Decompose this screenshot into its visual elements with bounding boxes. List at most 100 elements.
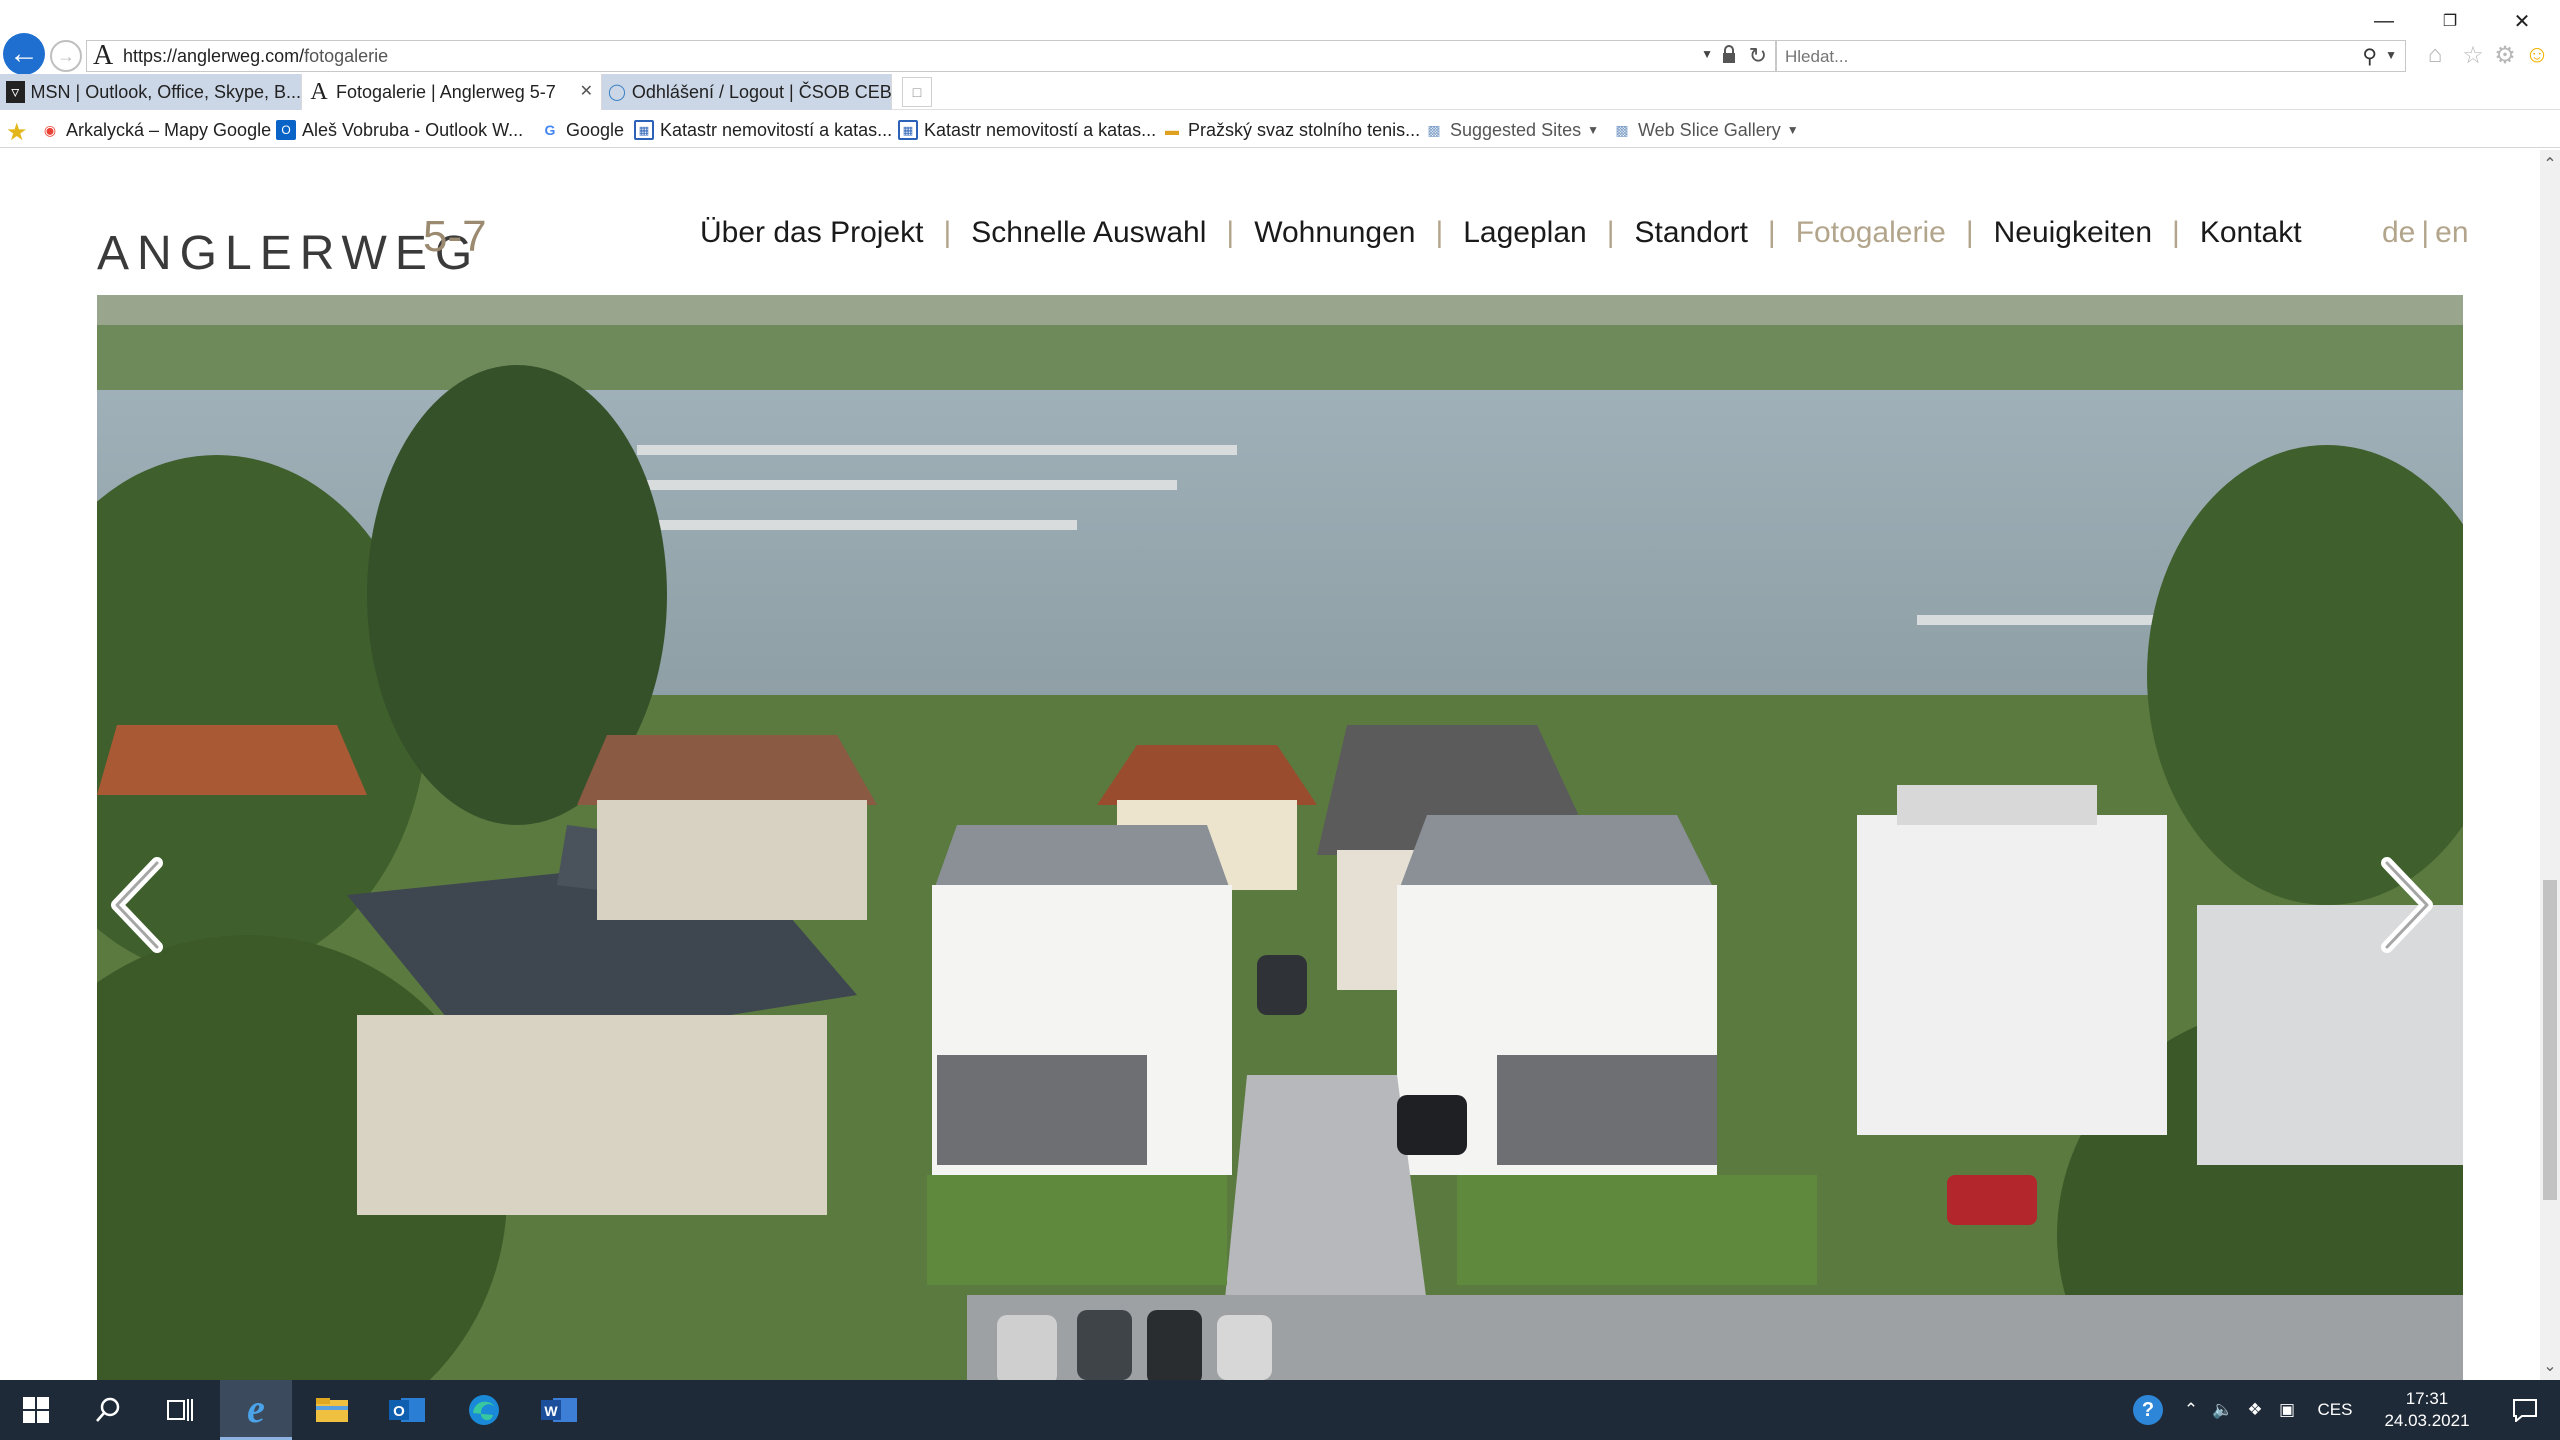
favorite-link-google[interactable]: G Google bbox=[540, 112, 625, 148]
clock-date: 24.03.2021 bbox=[2384, 1411, 2470, 1430]
settings-gear-icon[interactable]: ⚙ bbox=[2490, 40, 2520, 70]
favorite-web-slice-gallery[interactable]: ▩ Web Slice Gallery ▼ bbox=[1612, 112, 1798, 148]
nav-separator: | bbox=[2172, 216, 2180, 249]
nav-uber-das-projekt[interactable]: Über das Projekt bbox=[700, 216, 923, 250]
site-favicon-icon: A bbox=[93, 40, 114, 71]
new-tab-icon: □ bbox=[912, 84, 922, 100]
taskbar-internet-explorer[interactable]: e bbox=[220, 1380, 292, 1440]
speaker-icon: 🔈 bbox=[2212, 1400, 2234, 1419]
url-prefix: https://anglerweg.com/ bbox=[123, 46, 305, 66]
tab-msn[interactable]: ▿ MSN | Outlook, Office, Skype, B... bbox=[0, 74, 302, 110]
address-dropdown-icon[interactable]: ▼ bbox=[1701, 47, 1713, 61]
nav-standort[interactable]: Standort bbox=[1635, 216, 1748, 250]
tab-label: Odhlášení / Logout | ČSOB CEB bbox=[631, 81, 892, 102]
favorite-label: Web Slice Gallery bbox=[1638, 119, 1781, 140]
outlook-icon: O bbox=[276, 120, 296, 140]
favorites-bar-star-icon[interactable]: ★ bbox=[6, 118, 28, 147]
edge-icon bbox=[469, 1395, 499, 1425]
network-button[interactable]: ▣ bbox=[2272, 1380, 2302, 1440]
nav-fotogalerie[interactable]: Fotogalerie bbox=[1796, 216, 1946, 250]
restore-button[interactable]: ❐ bbox=[2428, 6, 2472, 36]
logo-number: 5-7 bbox=[423, 212, 487, 261]
scroll-down-icon[interactable]: ⌄ bbox=[2540, 1356, 2560, 1376]
task-view-button[interactable] bbox=[144, 1380, 216, 1440]
taskbar-edge[interactable] bbox=[448, 1380, 520, 1440]
address-row: ← → A https://anglerweg.com/fotogalerie … bbox=[0, 0, 2560, 75]
nav-separator: | bbox=[1435, 216, 1444, 249]
tab-row: ▿ MSN | Outlook, Office, Skype, B... A F… bbox=[0, 74, 2560, 110]
outlook-icon: O bbox=[389, 1398, 425, 1422]
chevron-up-icon: ⌃ bbox=[2183, 1400, 2199, 1419]
taskbar-outlook[interactable]: O bbox=[372, 1380, 444, 1440]
nav-wohnungen[interactable]: Wohnungen bbox=[1254, 216, 1415, 250]
minimize-icon: — bbox=[2374, 9, 2394, 32]
new-tab-button[interactable]: □ bbox=[902, 77, 932, 107]
windows-logo-icon bbox=[23, 1397, 49, 1423]
google-icon: G bbox=[544, 122, 556, 138]
input-language-indicator[interactable]: CES bbox=[2310, 1380, 2360, 1440]
taskbar-word[interactable]: W bbox=[524, 1380, 596, 1440]
action-center-button[interactable] bbox=[2500, 1380, 2550, 1440]
nav-schnelle-auswahl[interactable]: Schnelle Auswahl bbox=[971, 216, 1206, 250]
folder-icon bbox=[316, 1398, 348, 1422]
back-button[interactable]: ← bbox=[3, 33, 45, 75]
refresh-icon[interactable]: ↻ bbox=[1749, 43, 1767, 69]
favorite-label: Katastr nemovitostí a katas... bbox=[924, 119, 1157, 140]
favorite-link-katastr-2[interactable]: ▦ Katastr nemovitostí a katas... bbox=[898, 112, 1156, 148]
volume-button[interactable]: 🔈 bbox=[2208, 1380, 2238, 1440]
language-switch: de | en bbox=[2382, 213, 2469, 253]
lang-de-link[interactable]: de bbox=[2382, 216, 2415, 250]
scroll-up-icon[interactable]: ⌃ bbox=[2540, 154, 2560, 174]
favorite-suggested-sites[interactable]: ▩ Suggested Sites ▼ bbox=[1424, 112, 1599, 148]
nav-separator: | bbox=[1226, 216, 1235, 249]
web-page: ANGLERWEG 5-7 Über das Projekt | Schnell… bbox=[0, 150, 2540, 1380]
favorite-label: Pražský svaz stolního tenis... bbox=[1188, 119, 1421, 140]
home-icon[interactable]: ⌂ bbox=[2420, 40, 2450, 70]
tab-label: Fotogalerie | Anglerweg 5-7 bbox=[336, 81, 556, 102]
msn-icon: ▿ bbox=[6, 81, 25, 103]
search-box[interactable]: ⚲ ▼ bbox=[1776, 40, 2406, 72]
slider-prev-button[interactable] bbox=[107, 855, 179, 965]
nav-kontakt[interactable]: Kontakt bbox=[2200, 216, 2302, 250]
tab-csob[interactable]: ◯ Odhlášení / Logout | ČSOB CEB bbox=[602, 74, 892, 110]
lock-icon[interactable] bbox=[1721, 45, 1737, 65]
feedback-smiley-icon[interactable]: ☺ bbox=[2522, 40, 2552, 70]
favorite-link-outlook[interactable]: O Aleš Vobruba - Outlook W... bbox=[276, 112, 523, 148]
restore-icon: ❐ bbox=[2442, 13, 2458, 30]
favorite-label: Aleš Vobruba - Outlook W... bbox=[302, 119, 524, 140]
search-input[interactable] bbox=[1785, 45, 2325, 69]
close-button[interactable]: ✕ bbox=[2500, 6, 2544, 36]
show-hidden-icons-button[interactable]: ⌃ bbox=[2176, 1380, 2206, 1440]
main-navigation: Über das Projekt | Schnelle Auswahl | Wo… bbox=[700, 213, 2302, 253]
search-button[interactable] bbox=[72, 1380, 144, 1440]
help-tray-button[interactable]: ? bbox=[2128, 1380, 2168, 1440]
clock-time: 17:31 bbox=[2405, 1389, 2449, 1408]
tab-fotogalerie[interactable]: A Fotogalerie | Anglerweg 5-7 ✕ bbox=[302, 74, 602, 110]
favorite-link-mapy[interactable]: ◉ Arkalycká – Mapy Google bbox=[40, 112, 271, 148]
photo-gallery-slider[interactable] bbox=[97, 295, 2463, 1380]
nav-lageplan[interactable]: Lageplan bbox=[1463, 216, 1586, 250]
tab-close-icon[interactable]: ✕ bbox=[580, 81, 593, 101]
scrollbar-thumb[interactable] bbox=[2543, 880, 2557, 1200]
taskbar-file-explorer[interactable] bbox=[296, 1380, 368, 1440]
minimize-button[interactable]: — bbox=[2362, 6, 2406, 36]
lang-en-link[interactable]: en bbox=[2435, 216, 2468, 250]
start-button[interactable] bbox=[0, 1380, 72, 1440]
close-icon: ✕ bbox=[2513, 10, 2531, 33]
forward-button[interactable]: → bbox=[50, 40, 82, 72]
search-icon[interactable]: ⚲ bbox=[2362, 44, 2377, 69]
favorite-link-tenis[interactable]: ▬ Pražský svaz stolního tenis... bbox=[1162, 112, 1420, 148]
nav-separator: | bbox=[943, 216, 952, 249]
address-bar[interactable]: A https://anglerweg.com/fotogalerie ▼ ↻ bbox=[86, 40, 1776, 72]
dropbox-button[interactable]: ❖ bbox=[2240, 1380, 2270, 1440]
map-pin-icon: ◉ bbox=[43, 121, 57, 138]
chevron-left-icon bbox=[111, 857, 163, 953]
favorites-star-icon[interactable]: ☆ bbox=[2458, 40, 2488, 70]
slider-next-button[interactable] bbox=[2377, 855, 2449, 965]
taskbar-clock[interactable]: 17:31 24.03.2021 bbox=[2372, 1388, 2482, 1432]
page-scrollbar[interactable]: ⌃ ⌄ bbox=[2540, 150, 2560, 1380]
favorite-link-katastr-1[interactable]: ▦ Katastr nemovitostí a katas... bbox=[634, 112, 892, 148]
search-dropdown-icon[interactable]: ▼ bbox=[2385, 48, 2397, 62]
address-url[interactable]: https://anglerweg.com/fotogalerie bbox=[123, 46, 388, 67]
nav-neuigkeiten[interactable]: Neuigkeiten bbox=[1994, 216, 2152, 250]
